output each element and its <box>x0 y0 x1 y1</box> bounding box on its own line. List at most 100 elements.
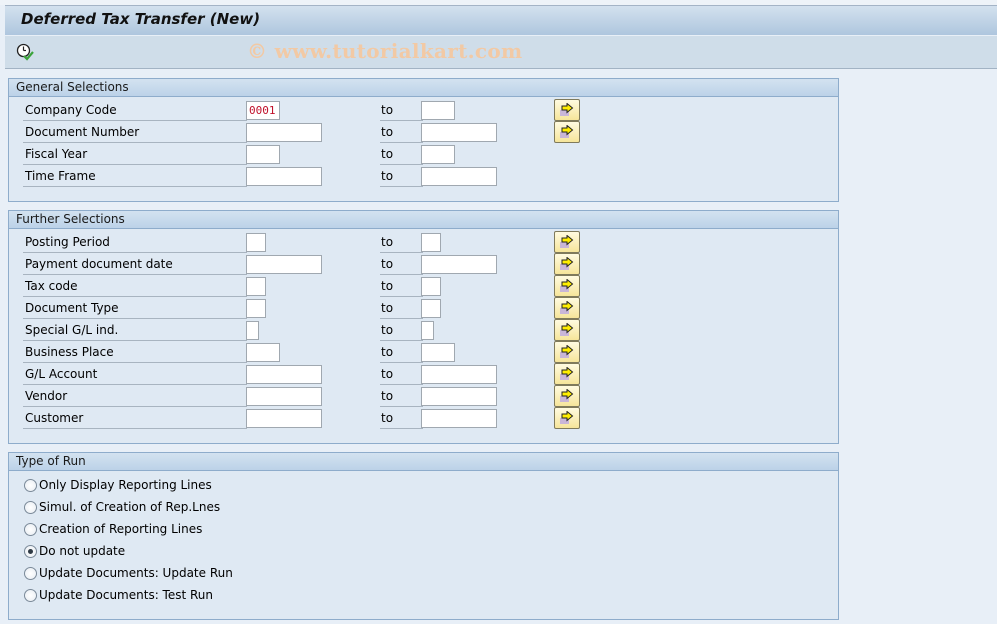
radio-button[interactable] <box>24 479 37 492</box>
to-label: to <box>380 254 423 275</box>
document-number-row: Document Number to <box>9 121 838 144</box>
multiple-selection-button[interactable] <box>554 319 580 341</box>
multiple-selection-button[interactable] <box>554 231 580 253</box>
vendor-from-input[interactable] <box>246 387 322 406</box>
multiple-selection-button[interactable] <box>554 253 580 275</box>
field-label: Fiscal Year <box>23 144 247 165</box>
group-title: Further Selections <box>9 211 838 229</box>
gl-account-row: G/L Account to <box>9 363 838 386</box>
customer-row: Customer to <box>9 407 838 430</box>
watermark-text: © www.tutorialkart.com <box>247 39 523 63</box>
vendor-to-input[interactable] <box>421 387 497 406</box>
multiple-selection-arrow-icon <box>560 279 574 292</box>
posting-period-from-input[interactable] <box>246 233 266 252</box>
to-label: to <box>380 408 423 429</box>
multiple-selection-arrow-icon <box>560 301 574 314</box>
document-type-to-input[interactable] <box>421 299 441 318</box>
radio-button[interactable] <box>24 567 37 580</box>
field-label: Business Place <box>23 342 247 363</box>
field-label: Special G/L ind. <box>23 320 247 341</box>
multiple-selection-arrow-icon <box>560 389 574 402</box>
radio-label[interactable]: Only Display Reporting Lines <box>39 475 212 495</box>
to-label: to <box>380 166 423 187</box>
type-of-run-group: Type of Run Only Display Reporting Lines… <box>8 452 839 620</box>
fiscal-year-from-input[interactable] <box>246 145 280 164</box>
time-frame-from-input[interactable] <box>246 167 322 186</box>
business-place-from-input[interactable] <box>246 343 280 362</box>
multiple-selection-button[interactable] <box>554 407 580 429</box>
tax-code-to-input[interactable] <box>421 277 441 296</box>
company-code-to-input[interactable] <box>421 101 455 120</box>
field-label: G/L Account <box>23 364 247 385</box>
radio-button[interactable] <box>24 523 37 536</box>
further-selections-group: Further Selections Posting Period to Pay… <box>8 210 839 444</box>
execute-clock-icon[interactable] <box>16 43 34 61</box>
field-label: Document Type <box>23 298 247 319</box>
to-label: to <box>380 386 423 407</box>
application-toolbar: © www.tutorialkart.com <box>5 36 997 69</box>
multiple-selection-button[interactable] <box>554 385 580 407</box>
special-gl-ind-to-input[interactable] <box>421 321 434 340</box>
field-label: Time Frame <box>23 166 247 187</box>
document-number-to-input[interactable] <box>421 123 497 142</box>
fiscal-year-to-input[interactable] <box>421 145 455 164</box>
multiple-selection-arrow-icon <box>560 125 574 138</box>
document-number-from-input[interactable] <box>246 123 322 142</box>
document-type-row: Document Type to <box>9 297 838 320</box>
to-label: to <box>380 232 423 253</box>
to-label: to <box>380 144 423 165</box>
posting-period-row: Posting Period to <box>9 231 838 254</box>
gl-account-from-input[interactable] <box>246 365 322 384</box>
radio-label[interactable]: Update Documents: Update Run <box>39 563 233 583</box>
radio-button-selected[interactable] <box>24 545 37 558</box>
to-label: to <box>380 100 423 121</box>
field-label: Company Code <box>23 100 247 121</box>
business-place-row: Business Place to <box>9 341 838 364</box>
company-code-from-input[interactable]: 0001 <box>246 101 280 120</box>
tax-code-from-input[interactable] <box>246 277 266 296</box>
multiple-selection-arrow-icon <box>560 323 574 336</box>
general-selections-group: General Selections Company Code 0001 to … <box>8 78 839 202</box>
time-frame-to-input[interactable] <box>421 167 497 186</box>
to-label: to <box>380 364 423 385</box>
document-type-from-input[interactable] <box>246 299 266 318</box>
multiple-selection-button[interactable] <box>554 99 580 121</box>
special-gl-ind-from-input[interactable] <box>246 321 259 340</box>
radio-button[interactable] <box>24 501 37 514</box>
multiple-selection-arrow-icon <box>560 345 574 358</box>
posting-period-to-input[interactable] <box>421 233 441 252</box>
customer-to-input[interactable] <box>421 409 497 428</box>
payment-document-date-to-input[interactable] <box>421 255 497 274</box>
fiscal-year-row: Fiscal Year to <box>9 144 838 166</box>
radio-button[interactable] <box>24 589 37 602</box>
payment-document-date-from-input[interactable] <box>246 255 322 274</box>
field-label: Vendor <box>23 386 247 407</box>
vendor-row: Vendor to <box>9 385 838 408</box>
field-label: Payment document date <box>23 254 247 275</box>
radio-label[interactable]: Update Documents: Test Run <box>39 585 213 605</box>
business-place-to-input[interactable] <box>421 343 455 362</box>
multiple-selection-arrow-icon <box>560 257 574 270</box>
field-label: Tax code <box>23 276 247 297</box>
multiple-selection-arrow-icon <box>560 367 574 380</box>
multiple-selection-button[interactable] <box>554 363 580 385</box>
group-title: Type of Run <box>9 453 838 471</box>
multiple-selection-button[interactable] <box>554 121 580 143</box>
multiple-selection-button[interactable] <box>554 297 580 319</box>
special-gl-ind-row: Special G/L ind. to <box>9 319 838 342</box>
page-title: Deferred Tax Transfer (New) <box>21 10 261 28</box>
to-label: to <box>380 342 423 363</box>
customer-from-input[interactable] <box>246 409 322 428</box>
radio-label[interactable]: Simul. of Creation of Rep.Lnes <box>39 497 220 517</box>
multiple-selection-button[interactable] <box>554 275 580 297</box>
gl-account-to-input[interactable] <box>421 365 497 384</box>
radio-label[interactable]: Creation of Reporting Lines <box>39 519 202 539</box>
tax-code-row: Tax code to <box>9 275 838 298</box>
field-label: Document Number <box>23 122 247 143</box>
multiple-selection-arrow-icon <box>560 235 574 248</box>
field-label: Customer <box>23 408 247 429</box>
multiple-selection-arrow-icon <box>560 411 574 424</box>
multiple-selection-arrow-icon <box>560 103 574 116</box>
radio-label[interactable]: Do not update <box>39 541 125 561</box>
multiple-selection-button[interactable] <box>554 341 580 363</box>
